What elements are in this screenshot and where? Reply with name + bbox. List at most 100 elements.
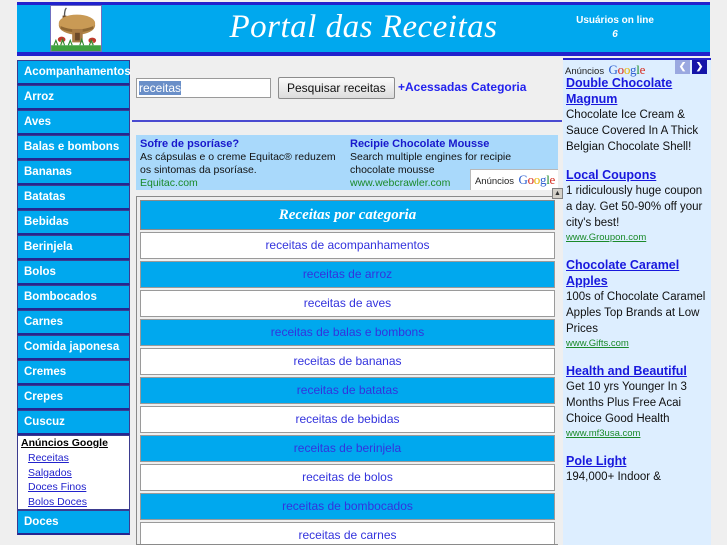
prev-ad-arrow-icon[interactable]: ❮ <box>675 60 690 74</box>
google-ads-badge: Anúncios Google ❮ ❯ <box>563 60 711 77</box>
google-ads-label: Anúncios <box>565 66 605 77</box>
right-ad-item[interactable]: Chocolate Caramel Apples 100s of Chocolat… <box>563 257 711 351</box>
category-row-label: receitas de bolos <box>302 470 393 484</box>
category-row[interactable]: receitas de bananas <box>140 348 555 375</box>
category-row[interactable]: receitas de bebidas <box>140 406 555 433</box>
sidebar-category-label: Bolos <box>24 266 56 278</box>
category-panel: Receitas por categoria receitas de acomp… <box>136 196 558 545</box>
site-header: Portal das Receitas Usuários on line 6 <box>17 2 710 56</box>
right-ad-url[interactable]: www.Gifts.com <box>566 337 707 351</box>
sidebar-category-label: Aves <box>24 116 52 128</box>
next-ad-arrow-icon[interactable]: ❯ <box>692 60 707 74</box>
sidebar-category-acompanhamentos[interactable]: Acompanhamentos <box>17 60 131 85</box>
sidebar-category-label: Acompanhamentos <box>24 66 131 78</box>
category-row[interactable]: receitas de berinjela <box>140 435 555 462</box>
sidebar-category-label: Bananas <box>24 166 72 178</box>
right-ad-item[interactable]: Double Chocolate Magnum Chocolate Ice Cre… <box>563 75 711 155</box>
sidebar-category-comida-japonesa[interactable]: Comida japonesa <box>17 335 130 360</box>
sidebar-category-crepes[interactable]: Crepes <box>17 385 130 410</box>
right-ad-title[interactable]: Local Coupons <box>566 167 707 183</box>
google-ads-badge: Anúncios Google <box>469 169 558 190</box>
search-button[interactable]: Pesquisar receitas <box>278 77 395 99</box>
sidebar-ad-link-doces-finos[interactable]: Doces Finos <box>18 480 129 495</box>
page-root: Portal das Receitas Usuários on line 6 A… <box>0 0 727 545</box>
sidebar-ad-link-receitas[interactable]: Receitas <box>18 451 129 466</box>
sidebar-category-label: Batatas <box>24 191 66 203</box>
sidebar-ads-heading: Anúncios Google <box>21 437 108 449</box>
right-ad-item[interactable]: Health and Beautiful Get 10 yrs Younger I… <box>563 363 711 441</box>
right-ad-desc: 194,000+ Indoor & <box>566 471 661 483</box>
banner-ad-url[interactable]: Equitac.com <box>140 177 340 190</box>
right-ad-item[interactable]: Pole Light 194,000+ Indoor & <box>563 453 711 485</box>
right-ad-url[interactable]: www.mf3usa.com <box>566 427 707 441</box>
sidebar-category-bananas[interactable]: Bananas <box>17 160 130 185</box>
users-online-count: 6 <box>612 29 618 40</box>
category-panel-heading: Receitas por categoria <box>140 200 555 230</box>
category-row-label: receitas de bebidas <box>295 412 400 426</box>
category-row-label: receitas de batatas <box>296 383 399 397</box>
sidebar-category-cuscuz[interactable]: Cuscuz <box>17 410 130 435</box>
users-online-label: Usuários on line <box>576 15 654 26</box>
right-ad-title[interactable]: Double Chocolate Magnum <box>566 75 707 107</box>
category-row-label: receitas de berinjela <box>293 441 402 455</box>
category-row[interactable]: receitas de aves <box>140 290 555 317</box>
category-row-label: receitas de bombocados <box>282 499 413 513</box>
category-row-label: receitas de carnes <box>298 528 397 542</box>
category-row-label: receitas de balas e bombons <box>270 325 425 339</box>
main-content: receitas Pesquisar receitas +Acessadas C… <box>132 60 562 545</box>
banner-ad-title[interactable]: Recipie Chocolate Mousse <box>350 137 550 151</box>
quick-links[interactable]: +Acessadas Categoria <box>398 80 526 94</box>
google-logo: Google <box>608 62 646 77</box>
search-row: receitas Pesquisar receitas +Acessadas C… <box>136 77 556 102</box>
sidebar-category-bolos[interactable]: Bolos <box>17 260 130 285</box>
right-ads-column: Anúncios Google ❮ ❯ Double Chocolate Mag… <box>563 58 711 545</box>
right-ad-title[interactable]: Chocolate Caramel Apples <box>566 257 707 289</box>
panel-scroll-up-arrow[interactable]: ▲ <box>552 188 563 199</box>
sidebar-category-label: Bombocados <box>24 291 97 303</box>
users-online: Usuários on line 6 <box>540 14 690 42</box>
category-row[interactable]: receitas de bombocados <box>140 493 555 520</box>
sidebar-category-carnes[interactable]: Carnes <box>17 310 130 335</box>
category-row[interactable]: receitas de acompanhamentos <box>140 232 555 259</box>
sidebar-category-label: Balas e bombons <box>24 141 120 153</box>
sidebar-ad-link-salgados[interactable]: Salgados <box>18 466 129 481</box>
category-row[interactable]: receitas de carnes <box>140 522 555 544</box>
category-row[interactable]: receitas de balas e bombons <box>140 319 555 346</box>
sidebar-ad-link-bolos-doces[interactable]: Bolos Doces <box>18 495 129 510</box>
right-ad-url[interactable]: www.Groupon.com <box>566 231 707 245</box>
sidebar-category-label: Doces <box>24 516 59 528</box>
banner-ad-title[interactable]: Sofre de psoríase? <box>140 137 340 151</box>
right-ad-desc: 1 ridiculously huge coupon a day. Get 50… <box>566 185 703 229</box>
sidebar-category-doces[interactable]: Doces <box>17 510 130 535</box>
sidebar-google-ads: Anúncios Google Receitas Salgados Doces Fin… <box>17 435 130 510</box>
sidebar-category-cremes[interactable]: Cremes <box>17 360 130 385</box>
banner-ad-item[interactable]: Sofre de psoríase? As cápsulas e o creme… <box>140 137 340 190</box>
category-row[interactable]: receitas de batatas <box>140 377 555 404</box>
sidebar-category-label: Bebidas <box>24 216 69 228</box>
sidebar-category-batatas[interactable]: Batatas <box>17 185 130 210</box>
sidebar-category-berinjela[interactable]: Berinjela <box>17 235 130 260</box>
category-row[interactable]: receitas de bolos <box>140 464 555 491</box>
sidebar-category-label: Cuscuz <box>24 416 65 428</box>
ad-separator <box>563 441 711 453</box>
sidebar-category-aves[interactable]: Aves <box>17 110 130 135</box>
search-input[interactable]: receitas <box>136 78 271 98</box>
right-ad-title[interactable]: Pole Light <box>566 453 707 469</box>
sidebar-category-bombocados[interactable]: Bombocados <box>17 285 130 310</box>
google-logo: Google <box>518 172 556 187</box>
right-ad-item[interactable]: Local Coupons 1 ridiculously huge coupon … <box>563 167 711 245</box>
sidebar-category-arroz[interactable]: Arroz <box>17 85 130 110</box>
ad-pager: ❮ ❯ <box>675 60 707 74</box>
search-input-value: receitas <box>139 81 182 95</box>
right-ad-title[interactable]: Health and Beautiful <box>566 363 707 379</box>
sidebar-category-balas-e-bombons[interactable]: Balas e bombons <box>17 135 130 160</box>
category-list: Receitas por categoria receitas de acomp… <box>137 197 558 544</box>
banner-ad-desc: As cápsulas e o creme Equitac® reduzem o… <box>140 151 336 176</box>
category-row-label: receitas de arroz <box>302 267 393 281</box>
category-row[interactable]: receitas de arroz <box>140 261 555 288</box>
sidebar-category-bebidas[interactable]: Bebidas <box>17 210 130 235</box>
right-ad-desc: Chocolate Ice Cream & Sauce Covered In A… <box>566 109 699 153</box>
sidebar-category-label: Berinjela <box>24 241 73 253</box>
ad-separator <box>563 155 711 167</box>
sidebar-category-label: Carnes <box>24 316 63 328</box>
